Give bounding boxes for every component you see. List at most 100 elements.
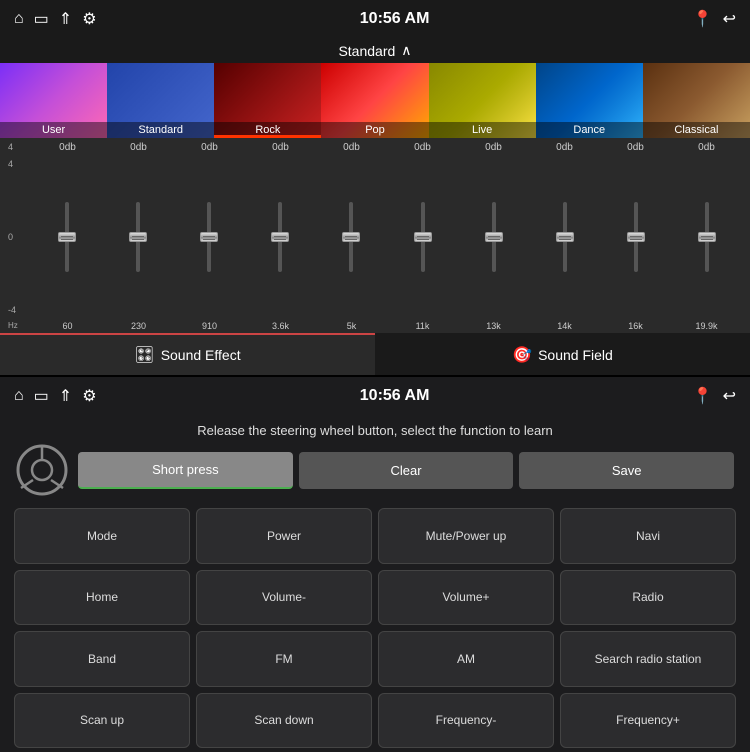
- eq-channel-10[interactable]: [673, 155, 742, 319]
- preset-thumb-standard[interactable]: Standard: [107, 63, 214, 138]
- eq-track-8[interactable]: [563, 202, 567, 272]
- eq-channel-4[interactable]: [246, 155, 315, 319]
- sw-grid-btn-fm[interactable]: FM: [196, 631, 372, 687]
- tab-sound-field-label: Sound Field: [538, 347, 613, 363]
- preset-thumb-rock[interactable]: Rock: [214, 63, 321, 138]
- sw-grid-btn-am[interactable]: AM: [378, 631, 554, 687]
- screen-icon[interactable]: ▭: [34, 9, 49, 29]
- eq-handle-1[interactable]: [58, 232, 76, 242]
- home-icon-2[interactable]: ⌂: [14, 387, 24, 405]
- eq-sliders-row: 4 0 -4: [8, 155, 742, 319]
- chevron-up-icon[interactable]: ∧: [401, 42, 411, 59]
- eq-handle-9[interactable]: [627, 232, 645, 242]
- sw-grid-btn-search-radio-station[interactable]: Search radio station: [560, 631, 736, 687]
- eq-freq-199k: 19.9k: [671, 321, 742, 331]
- usb-icon[interactable]: ⚙: [82, 9, 96, 29]
- eq-handle-6[interactable]: [414, 232, 432, 242]
- back-icon[interactable]: ↩: [723, 9, 736, 29]
- eq-freq-36k: 3.6k: [245, 321, 316, 331]
- tab-sound-effect[interactable]: 🎛 Sound Effect: [0, 333, 375, 375]
- clear-button[interactable]: Clear: [299, 452, 514, 489]
- eq-track-6[interactable]: [421, 202, 425, 272]
- up-arrows-icon[interactable]: ⇑: [59, 9, 72, 29]
- eq-track-3[interactable]: [207, 202, 211, 272]
- eq-channel-8[interactable]: [530, 155, 599, 319]
- up-arrows-icon-2[interactable]: ⇑: [59, 386, 72, 406]
- preset-thumb-user[interactable]: User: [0, 63, 107, 138]
- eq-db-col-6: 0db: [387, 142, 458, 153]
- sw-grid-btn-radio[interactable]: Radio: [560, 570, 736, 626]
- short-press-button[interactable]: Short press: [78, 452, 293, 489]
- sw-grid-btn-mode[interactable]: Mode: [14, 508, 190, 564]
- eq-channel-7[interactable]: [459, 155, 528, 319]
- eq-track-2[interactable]: [136, 202, 140, 272]
- sw-grid-btn-band[interactable]: Band: [14, 631, 190, 687]
- back-icon-2[interactable]: ↩: [723, 386, 736, 406]
- usb-icon-2[interactable]: ⚙: [82, 386, 96, 406]
- sound-effect-icon: 🎛: [134, 345, 154, 365]
- eq-handle-8[interactable]: [556, 232, 574, 242]
- eq-db-col-9: 0db: [600, 142, 671, 153]
- sw-grid-btn-power[interactable]: Power: [196, 508, 372, 564]
- eq-channel-5[interactable]: [317, 155, 386, 319]
- eq-channel-9[interactable]: [602, 155, 671, 319]
- preset-thumb-pop[interactable]: Pop: [321, 63, 428, 138]
- eq-label-0: 0: [8, 232, 32, 242]
- eq-handle-5[interactable]: [342, 232, 360, 242]
- eq-handle-2[interactable]: [129, 232, 147, 242]
- eq-track-5[interactable]: [349, 202, 353, 272]
- eq-track-1[interactable]: [65, 202, 69, 272]
- eq-track-10[interactable]: [705, 202, 709, 272]
- eq-handle-3[interactable]: [200, 232, 218, 242]
- bottom-status-icons: ⌂ ▭ ⇑ ⚙: [14, 386, 97, 406]
- eq-handle-4[interactable]: [271, 232, 289, 242]
- home-icon[interactable]: ⌂: [14, 10, 24, 28]
- preset-thumb-dance[interactable]: Dance: [536, 63, 643, 138]
- sw-grid-btn-frequency-[interactable]: Frequency+: [560, 693, 736, 749]
- sw-grid-btn-navi[interactable]: Navi: [560, 508, 736, 564]
- preset-thumb-live[interactable]: Live: [429, 63, 536, 138]
- eq-channel-6[interactable]: [388, 155, 457, 319]
- eq-db-col-2: 0db: [103, 142, 174, 153]
- sw-grid-btn-frequency-[interactable]: Frequency-: [378, 693, 554, 749]
- eq-track-4[interactable]: [278, 202, 282, 272]
- eq-handle-7[interactable]: [485, 232, 503, 242]
- preset-thumb-live-label: Live: [429, 122, 536, 138]
- eq-channel-1[interactable]: [32, 155, 101, 319]
- eq-channel-2[interactable]: [103, 155, 172, 319]
- eq-handle-10[interactable]: [698, 232, 716, 242]
- eq-channel-3[interactable]: [174, 155, 243, 319]
- sw-function-grid: ModePowerMute/Power upNavi HomeVolume-Vol…: [0, 504, 750, 752]
- eq-freq-910: 910: [174, 321, 245, 331]
- save-button[interactable]: Save: [519, 452, 734, 489]
- preset-thumb-classical-label: Classical: [643, 122, 750, 138]
- eq-track-9[interactable]: [634, 202, 638, 272]
- sw-grid-btn-mute-power-up[interactable]: Mute/Power up: [378, 508, 554, 564]
- sw-grid-btn-scan-up[interactable]: Scan up: [14, 693, 190, 749]
- top-status-right: 📍 ↩: [693, 9, 736, 29]
- steering-wheel-icon: [16, 444, 68, 496]
- eq-channels: [32, 155, 742, 319]
- sw-grid-btn-volume-[interactable]: Volume+: [378, 570, 554, 626]
- tab-sound-field[interactable]: 🎯 Sound Field: [375, 333, 750, 375]
- screen-icon-2[interactable]: ▭: [34, 386, 49, 406]
- eq-side-labels: 4 0 -4: [8, 155, 32, 319]
- sw-grid-btn-volume-[interactable]: Volume-: [196, 570, 372, 626]
- eq-label-4: 4: [8, 159, 32, 169]
- preset-thumb-classical[interactable]: Classical: [643, 63, 750, 138]
- location-icon[interactable]: 📍: [693, 9, 713, 29]
- preset-label: Standard: [338, 43, 395, 59]
- eq-track-7[interactable]: [492, 202, 496, 272]
- eq-db-col-7: 0db: [458, 142, 529, 153]
- location-icon-2[interactable]: 📍: [693, 386, 713, 406]
- bottom-time: 10:56 AM: [360, 387, 430, 405]
- preset-bar[interactable]: Standard ∧: [0, 38, 750, 63]
- sound-field-icon: 🎯: [512, 345, 532, 365]
- eq-db-side-label: 4: [8, 142, 32, 153]
- eq-freq-60: 60: [32, 321, 103, 331]
- sw-grid-btn-scan-down[interactable]: Scan down: [196, 693, 372, 749]
- sw-btn-group: Short press Clear Save: [78, 452, 734, 489]
- bottom-status-bar: ⌂ ▭ ⇑ ⚙ 10:56 AM 📍 ↩: [0, 377, 750, 415]
- sw-grid-btn-home[interactable]: Home: [14, 570, 190, 626]
- eq-freq-13k: 13k: [458, 321, 529, 331]
